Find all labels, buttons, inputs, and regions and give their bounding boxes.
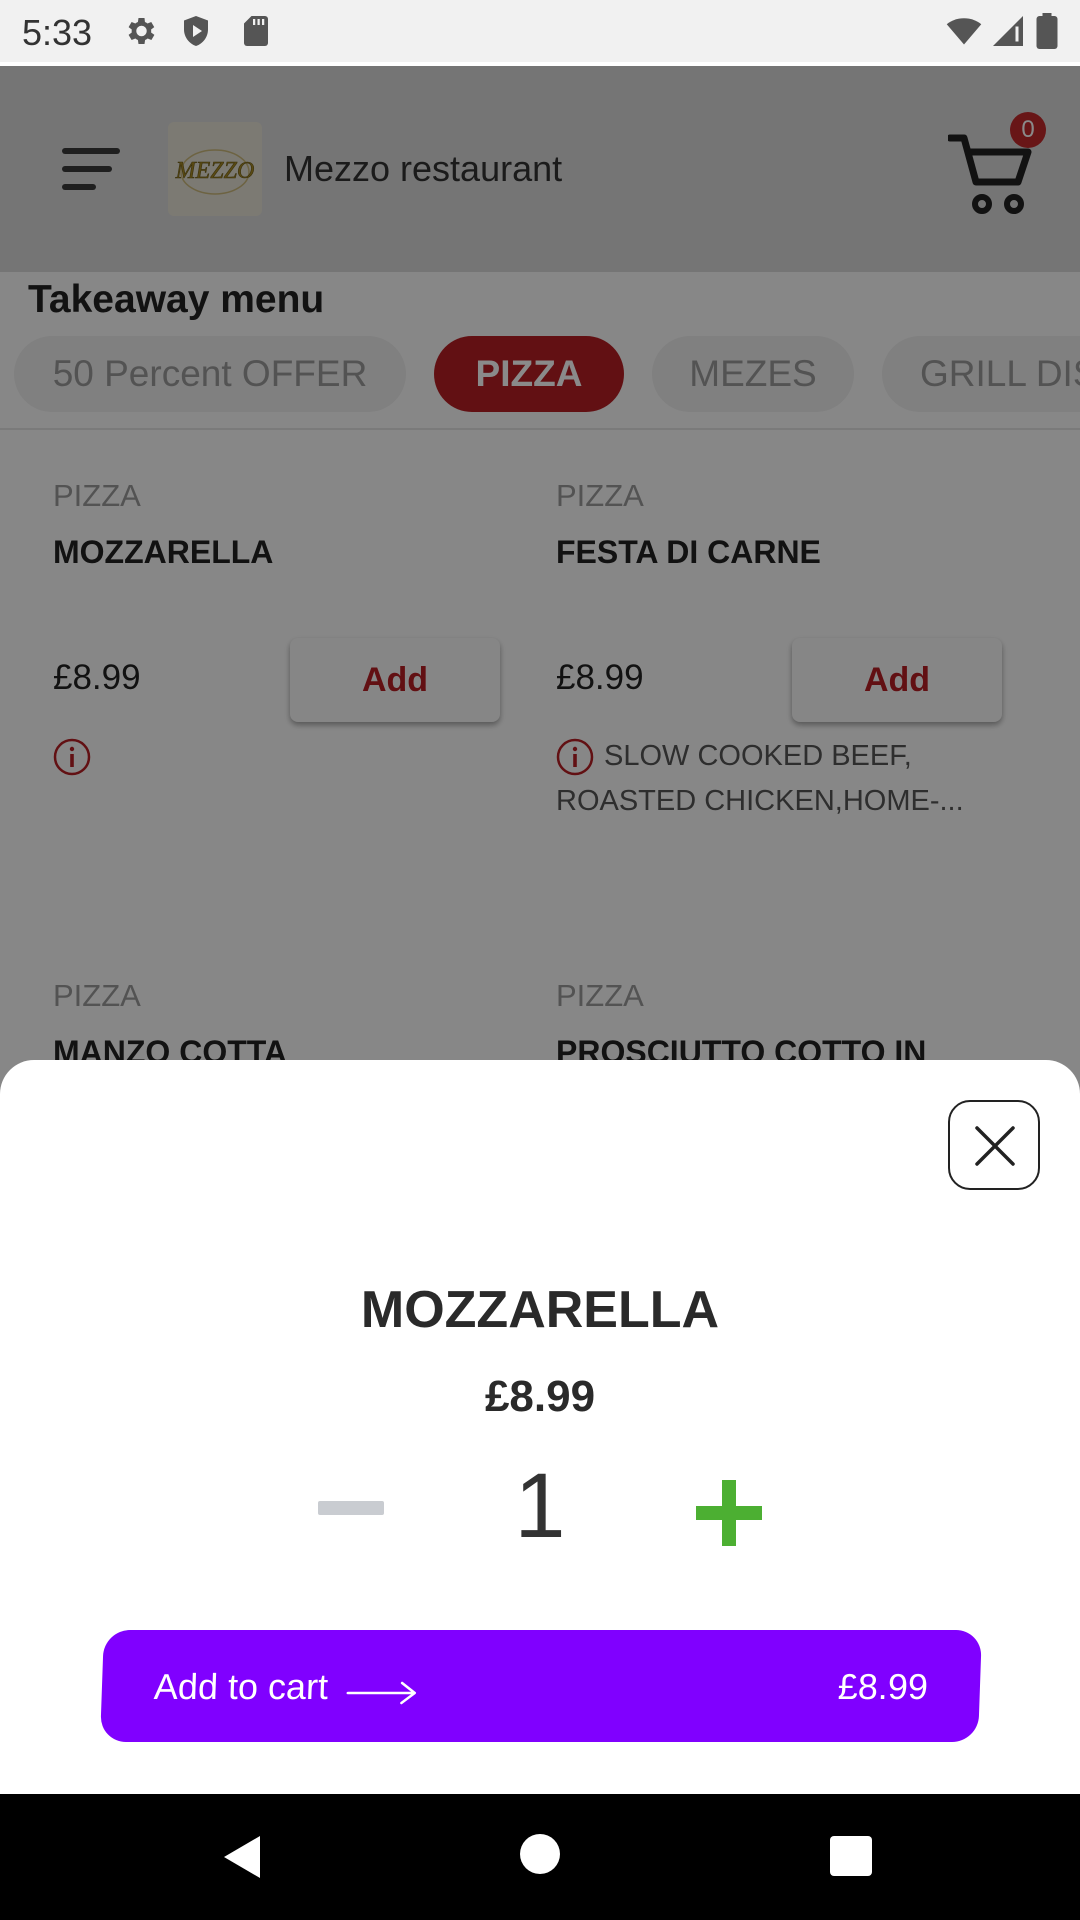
add-item-sheet: MOZZARELLA £8.99 1 Add to cart £8.99: [0, 1060, 1080, 1794]
nav-recents-icon[interactable]: [830, 1836, 872, 1876]
sd-card-icon: [244, 16, 268, 46]
settings-icon: [128, 17, 155, 45]
quantity-value: 1: [514, 1455, 566, 1557]
signal-icon: [993, 16, 1023, 46]
wifi-icon: [946, 18, 982, 45]
item-title: MOZZARELLA: [360, 1281, 720, 1339]
battery-icon: [1036, 13, 1058, 49]
add-to-cart-label: Add to cart: [153, 1666, 329, 1707]
increase-quantity-button[interactable]: [696, 1480, 762, 1546]
system-nav-bar: [0, 1794, 1080, 1920]
status-bar: 5:33: [0, 0, 1080, 62]
nav-home-icon[interactable]: [520, 1834, 560, 1874]
arrow-right-icon: [346, 1681, 417, 1705]
close-icon: [975, 1126, 1015, 1166]
shield-icon: [184, 16, 208, 46]
status-time: 5:33: [22, 12, 93, 53]
nav-back-icon[interactable]: [222, 1834, 262, 1880]
add-to-cart-total: £8.99: [837, 1666, 929, 1707]
item-price: £8.99: [484, 1372, 596, 1421]
decrease-quantity-button[interactable]: [318, 1501, 384, 1515]
add-to-cart-button[interactable]: Add to cart £8.99: [100, 1630, 982, 1742]
close-button[interactable]: [948, 1100, 1040, 1190]
